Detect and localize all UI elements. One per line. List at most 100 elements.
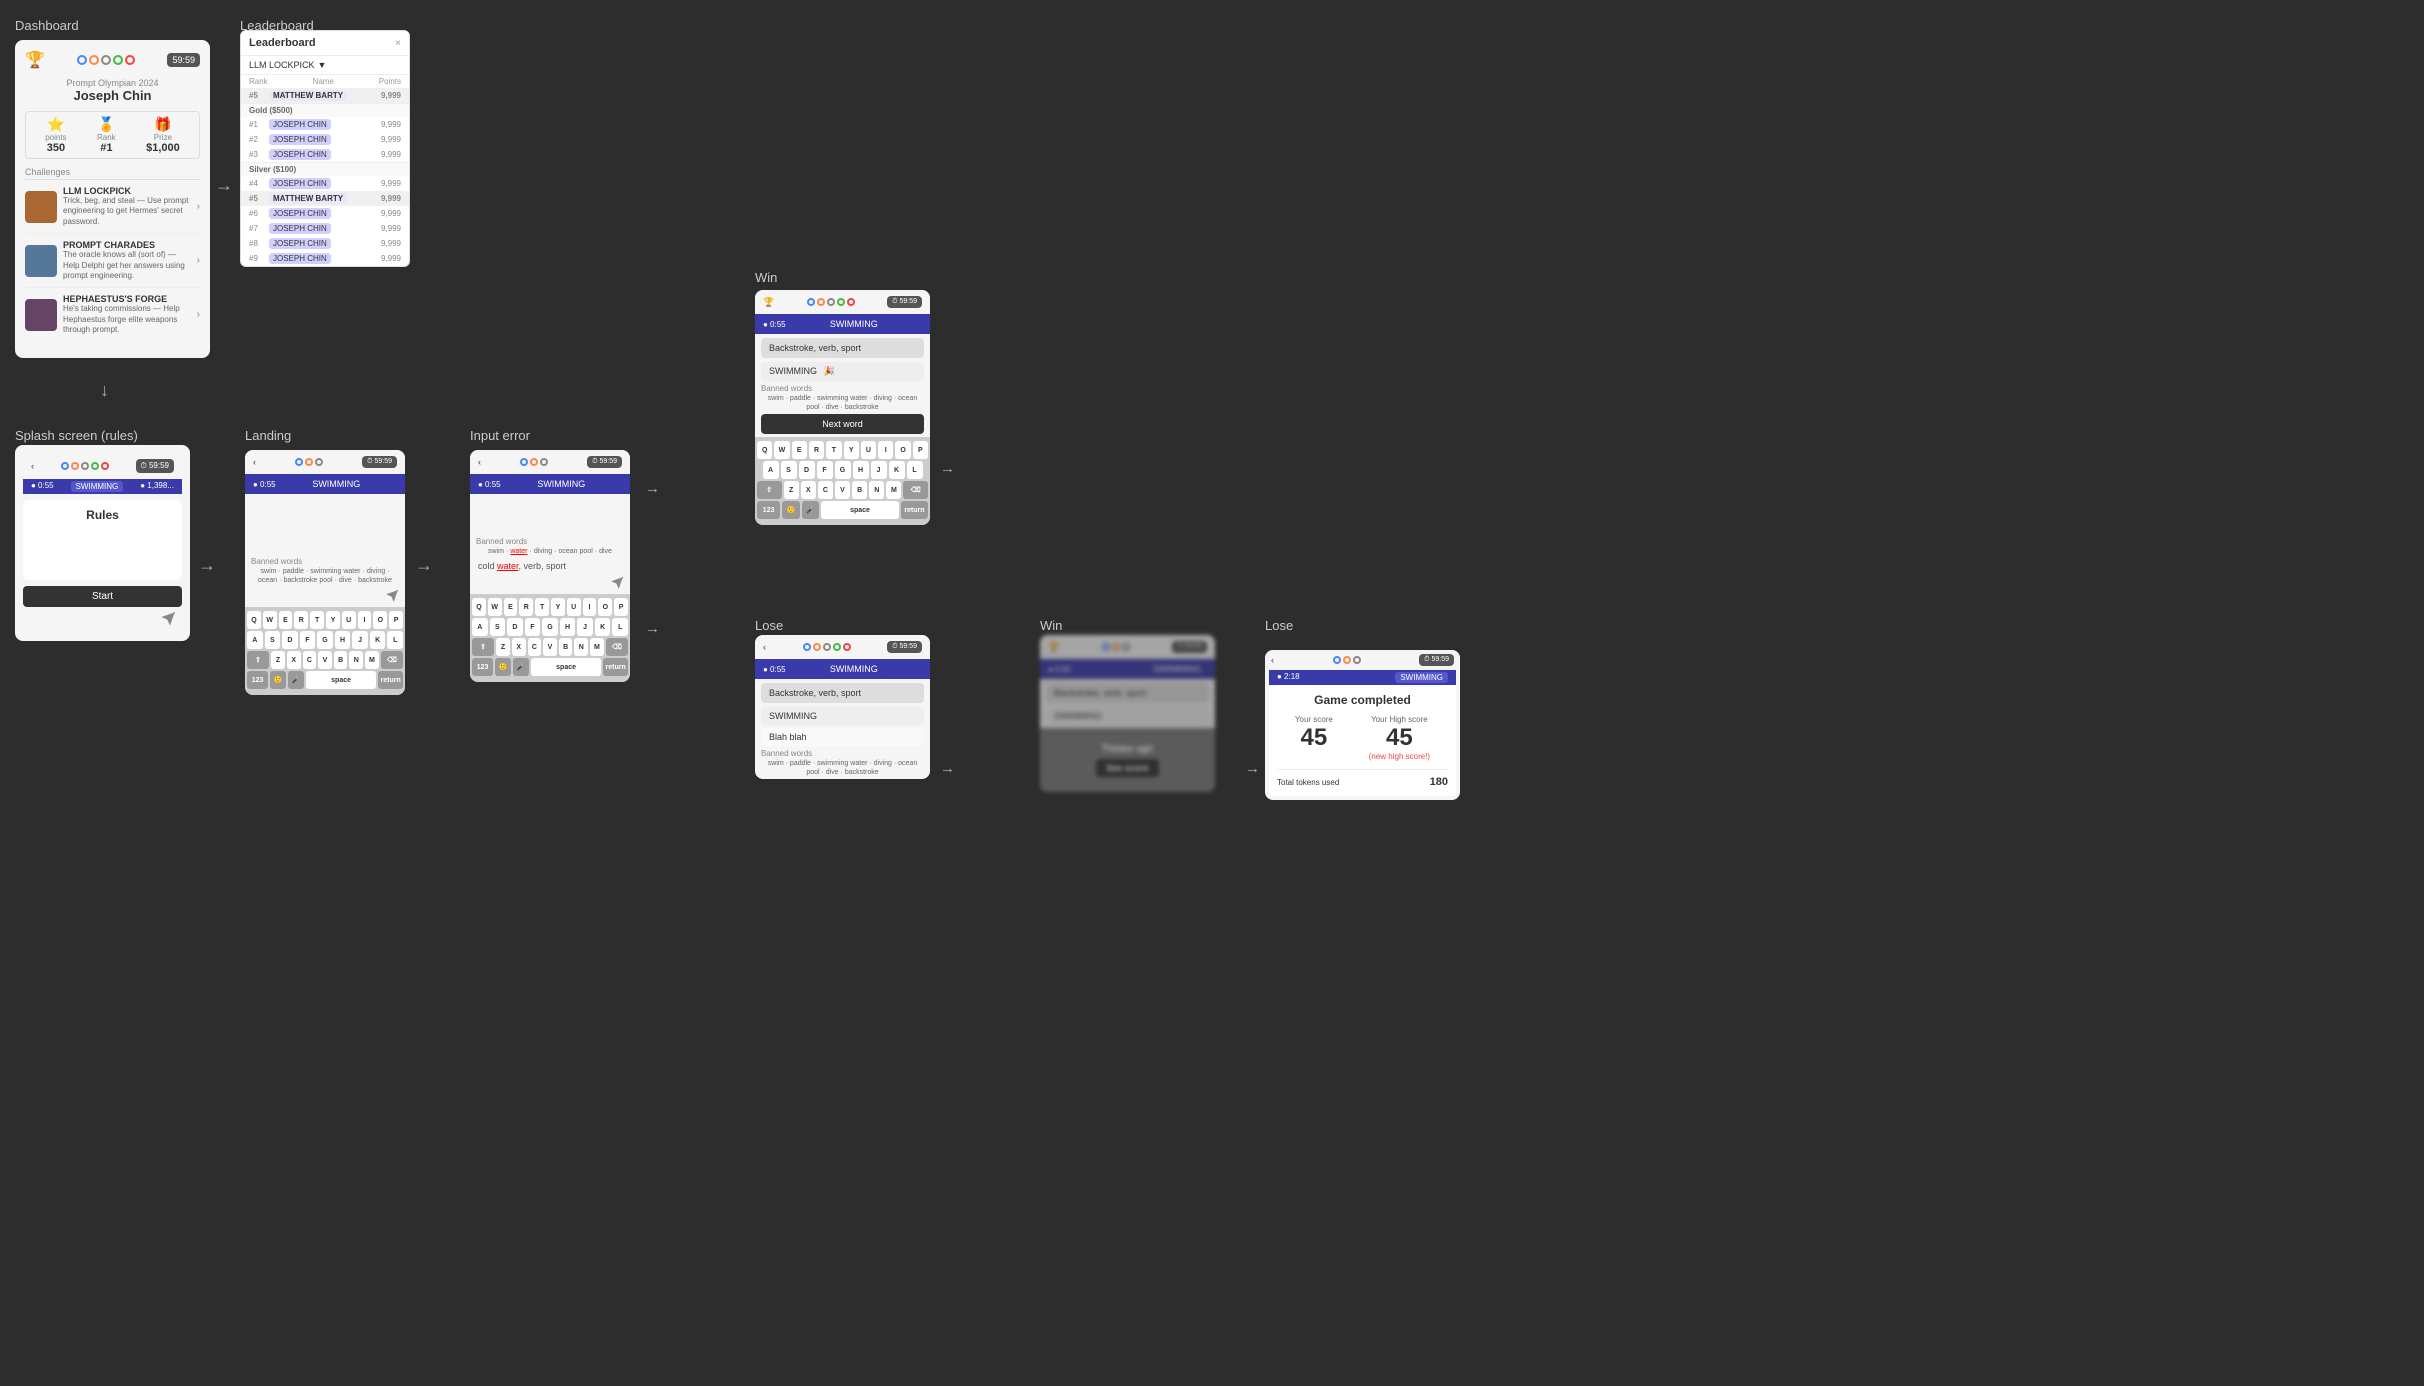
stats-row: ⭐ points 350 🏅 Rank #1 🎁 Prize $1,000 [25, 111, 200, 159]
points-label: points [45, 133, 66, 142]
see-score-button[interactable]: See score [1096, 759, 1159, 777]
challenge-3-desc: He's taking commissions — Help Hephaestu… [63, 304, 191, 335]
challenge-1-desc: Trick, beg, and steal — Use prompt engin… [63, 196, 191, 227]
challenge-3[interactable]: HEPHAESTUS'S FORGE He's taking commissio… [25, 294, 200, 341]
splash-rings [61, 462, 109, 470]
ring-gray [101, 55, 111, 65]
lb-silver-6: #9 JOSEPH CHIN 9,999 [241, 251, 409, 266]
win-emoji: 🎉 [824, 366, 835, 376]
stat-points: ⭐ points 350 [45, 116, 66, 154]
wr-timer: ⏱ 59:59 [1172, 641, 1207, 653]
rank-value: #1 [97, 142, 116, 154]
lb-close-button[interactable]: × [395, 38, 401, 49]
next-word-button[interactable]: Next word [761, 414, 924, 434]
gc-rings [1333, 656, 1361, 664]
trophy-icon: 🏆 [25, 50, 45, 70]
arrow-splash-to-landing: → [198, 555, 216, 576]
error-banned-title: Banned words [476, 537, 624, 546]
rules-title: Rules [31, 508, 174, 522]
keyboard-row-2: AS DF GH JK L [247, 631, 403, 649]
error-banned: Banned words swim · water · diving · oce… [476, 537, 624, 555]
gc-your-score-val: 45 [1295, 724, 1333, 752]
lose-back-icon[interactable]: ‹ [763, 642, 766, 652]
gc-tokens-value: 180 [1430, 776, 1448, 788]
win-rings [807, 298, 855, 306]
error-banned-words: swim · water · diving · ocean pool · div… [476, 548, 624, 555]
challenge-1[interactable]: LLM LOCKPICK Trick, beg, and steal — Use… [25, 186, 200, 234]
landing-banned: Banned words swim · paddle · swimming wa… [251, 557, 399, 584]
lb-silver-header: Silver ($100) [241, 162, 409, 176]
lb-col-rank: Rank [249, 77, 268, 86]
win-word-badge: SWIMMING [824, 317, 884, 331]
lb-silver-5: #8 JOSEPH CHIN 9,999 [241, 236, 409, 251]
win2-label: Win [1040, 618, 1062, 633]
ring-orange [89, 55, 99, 65]
lb-silver-3: #6 JOSEPH CHIN 9,999 [241, 206, 409, 221]
splash-back-icon[interactable]: ‹ [31, 461, 34, 471]
dashboard-username: Joseph Chin [25, 88, 200, 103]
error-send-icon[interactable] [470, 574, 630, 594]
input-error-label: Input error [470, 428, 530, 443]
splash-word-badge: SWIMMING [71, 481, 124, 492]
dashboard-card: 🏆 59:59 Prompt Olympian 2024 Joseph Chin… [15, 40, 210, 358]
arrow-error-to-win: → [645, 480, 660, 497]
win-clue: Backstroke, verb, sport [761, 338, 924, 358]
rank-icon: 🏅 [97, 116, 116, 133]
rules-panel: Rules [23, 500, 182, 580]
lb-gold-1: #1 JOSEPH CHIN 9,999 [241, 117, 409, 132]
win-answer: SWIMMING 🎉 [761, 362, 924, 381]
challenge-1-info: LLM LOCKPICK Trick, beg, and steal — Use… [63, 186, 191, 227]
error-back-icon[interactable]: ‹ [478, 457, 481, 467]
ring-blue [77, 55, 87, 65]
landing-send-icon[interactable] [245, 587, 405, 607]
challenge-1-arrow[interactable]: › [197, 201, 200, 212]
stat-rank: 🏅 Rank #1 [97, 116, 116, 154]
ring-red [125, 55, 135, 65]
start-button[interactable]: Start [23, 586, 182, 607]
wr-header: 🏆 ⏱ 59:59 [1040, 635, 1215, 659]
wr-trophy: 🏆 [1048, 642, 1059, 653]
arrow-result-to-gc: → [1245, 760, 1260, 777]
challenge-2-info: PROMPT CHARADES The oracle knows all (so… [63, 240, 191, 281]
challenge-2-arrow[interactable]: › [197, 255, 200, 266]
challenge-2[interactable]: PROMPT CHARADES The oracle knows all (so… [25, 240, 200, 288]
lose-banned: Banned words swim · paddle · swimming wa… [761, 749, 924, 776]
dashboard-label: Dashboard [15, 18, 79, 33]
lb-top-points: 9,999 [381, 91, 401, 100]
landing-back-icon[interactable]: ‹ [253, 457, 256, 467]
win-card: 🏆 ⏱ 59:59 ● 0:55 SWIMMING Backstroke, ve… [755, 290, 930, 525]
gc-title: Game completed [1277, 693, 1448, 707]
landing-word: SWIMMING [306, 477, 366, 491]
times-up-text: Times up! [1055, 743, 1200, 755]
arrow-win-to-result: → [940, 460, 955, 477]
lb-filter-text: LLM LOCKPICK [249, 60, 315, 70]
gc-back-icon[interactable]: ‹ [1271, 655, 1274, 665]
challenge-3-info: HEPHAESTUS'S FORGE He's taking commissio… [63, 294, 191, 335]
lb-columns: Rank Name Points [241, 75, 409, 88]
splash-send-icon[interactable] [23, 607, 182, 633]
gc-tokens-row: Total tokens used 180 [1277, 769, 1448, 788]
error-status: ● 0:55 SWIMMING [470, 474, 630, 494]
gc-new-high-text: (new high score!) [1369, 752, 1430, 761]
error-empty [470, 494, 630, 534]
lose-label: Lose [755, 618, 783, 633]
rank-label: Rank [97, 133, 116, 142]
points-value: 350 [45, 142, 66, 154]
arrow-landing-to-error: → [415, 555, 433, 576]
landing-label: Landing [245, 428, 291, 443]
landing-status: ● 0:55 SWIMMING [245, 474, 405, 494]
challenge-3-arrow[interactable]: › [197, 309, 200, 320]
lb-header: Leaderboard × [241, 31, 409, 56]
lose-answer: SWIMMING [761, 707, 924, 725]
lb-title: Leaderboard [249, 37, 316, 49]
splash-card: ‹ ⏱ 59:59 ● 0:55 SWIMMING ● 1,398... Rul… [15, 445, 190, 641]
lb-filter[interactable]: LLM LOCKPICK ▼ [241, 56, 409, 75]
win-result-card: 🏆 ⏱ 59:59 ● 0:55 SWIMMING Backstroke, ve… [1040, 635, 1215, 792]
win-banned: Banned words swim · paddle · swimming wa… [761, 384, 924, 411]
olympic-rings [77, 55, 135, 65]
challenge-2-thumb [25, 245, 57, 277]
error-word: SWIMMING [531, 477, 591, 491]
win-label: Win [755, 270, 777, 285]
stat-prize: 🎁 Prize $1,000 [146, 116, 180, 154]
gc-status: ● 2:18 SWIMMING [1269, 670, 1456, 685]
